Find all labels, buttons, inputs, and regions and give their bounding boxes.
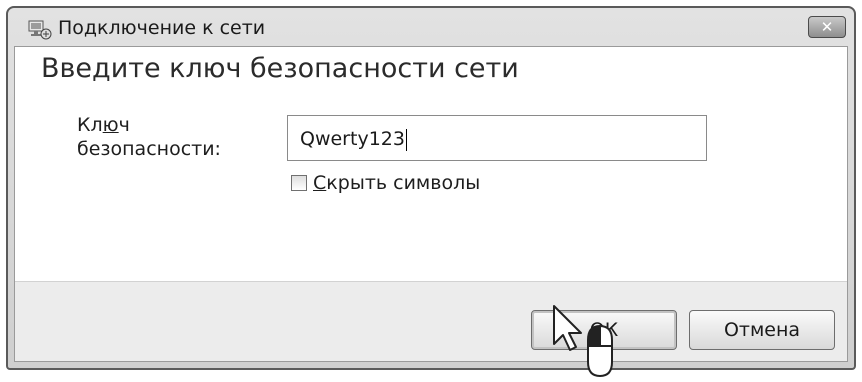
dialog-button-bar: ОК Отмена	[15, 281, 847, 361]
dialog-heading: Введите ключ безопасности сети	[41, 53, 519, 84]
hide-characters-checkbox[interactable]	[291, 175, 307, 191]
text-caret	[405, 128, 407, 151]
dialog-content: Введите ключ безопасности сети Ключ безо…	[15, 47, 847, 281]
security-key-value: Qwerty123	[300, 128, 405, 150]
security-key-input[interactable]: Qwerty123	[287, 115, 707, 161]
title-bar[interactable]: Подключение к сети ✕	[8, 8, 854, 46]
network-connection-icon	[28, 19, 52, 41]
hide-characters-option[interactable]: Скрыть символы	[291, 171, 480, 195]
hide-characters-label: Скрыть символы	[313, 172, 481, 194]
security-key-label: Ключ безопасности:	[77, 114, 221, 160]
window-title: Подключение к сети	[58, 17, 266, 39]
ok-button[interactable]: ОК	[531, 310, 677, 350]
dialog-client-area: Введите ключ безопасности сети Ключ безо…	[14, 46, 848, 362]
network-connect-dialog: Подключение к сети ✕ Введите ключ безопа…	[6, 6, 856, 370]
close-button[interactable]: ✕	[808, 16, 846, 38]
cancel-button[interactable]: Отмена	[689, 310, 835, 350]
